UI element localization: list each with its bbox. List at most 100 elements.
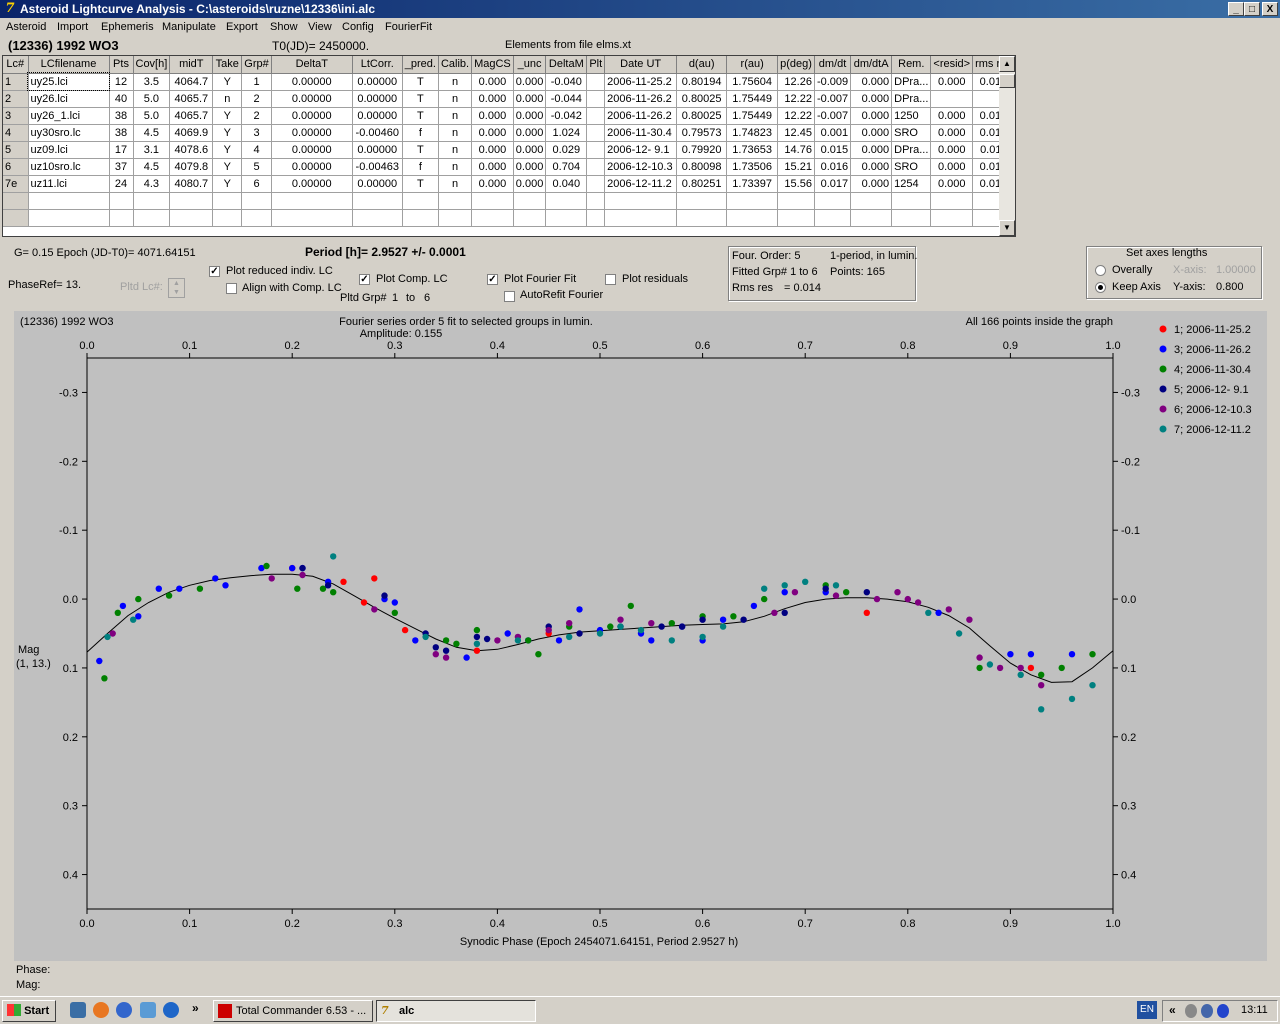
- column-header[interactable]: p(deg): [777, 56, 815, 74]
- start-button[interactable]: Start: [2, 1000, 56, 1022]
- empty-table-cell[interactable]: [726, 209, 779, 227]
- data-point[interactable]: [832, 592, 840, 599]
- empty-table-row[interactable]: [3, 192, 1015, 210]
- empty-table-cell[interactable]: [777, 209, 815, 227]
- empty-table-cell[interactable]: [586, 192, 606, 210]
- menu-ephemeris[interactable]: Ephemeris: [101, 21, 154, 33]
- data-point[interactable]: [904, 595, 911, 603]
- table-cell[interactable]: 4.3: [133, 175, 171, 193]
- close-button[interactable]: X: [1262, 2, 1278, 16]
- table-row[interactable]: 3 uy26_1.lci 38 5.0 4065.7 Y 2 0.00000 0.00000 Tn…: [3, 107, 1015, 125]
- table-cell[interactable]: 0.000: [850, 124, 893, 142]
- data-point[interactable]: [699, 616, 706, 623]
- table-cell[interactable]: 0.80025: [676, 90, 728, 108]
- table-cell[interactable]: T: [402, 107, 439, 125]
- table-cell[interactable]: 12.22: [777, 90, 815, 108]
- table-cell[interactable]: SRO: [891, 158, 932, 176]
- data-point[interactable]: [432, 644, 439, 651]
- column-header[interactable]: Lc#: [3, 56, 29, 74]
- data-point[interactable]: [976, 654, 983, 661]
- column-header[interactable]: r(au): [726, 56, 779, 74]
- y-axis-value[interactable]: 0.800: [1216, 281, 1244, 293]
- quicklaunch-icon-4[interactable]: [140, 1002, 156, 1018]
- empty-table-cell[interactable]: [3, 209, 29, 227]
- data-point[interactable]: [294, 585, 301, 592]
- table-cell[interactable]: 1.73397: [726, 175, 779, 193]
- table-cell[interactable]: 0.000: [513, 141, 547, 159]
- table-cell[interactable]: 0.80025: [676, 107, 728, 125]
- empty-table-cell[interactable]: [676, 209, 728, 227]
- table-cell[interactable]: 17: [109, 141, 134, 159]
- empty-table-cell[interactable]: [930, 209, 974, 227]
- row-number-cell[interactable]: 7e: [3, 175, 29, 193]
- table-cell[interactable]: 1250: [891, 107, 932, 125]
- empty-table-cell[interactable]: [471, 209, 514, 227]
- data-point[interactable]: [976, 664, 983, 672]
- data-point[interactable]: [678, 623, 686, 630]
- table-row[interactable]: 2 uy26.lci 40 5.0 4065.7 n 2 0.00000 0.00000 Tn 0.…: [3, 90, 1015, 108]
- empty-table-cell[interactable]: [438, 192, 473, 210]
- empty-table-cell[interactable]: [930, 192, 974, 210]
- data-point[interactable]: [617, 616, 624, 623]
- table-cell[interactable]: 0.000: [930, 124, 974, 142]
- column-header[interactable]: LtCorr.: [352, 56, 403, 74]
- table-cell[interactable]: 2006-12- 9.1: [604, 141, 678, 159]
- data-point[interactable]: [330, 553, 337, 560]
- data-point[interactable]: [761, 595, 768, 603]
- table-cell[interactable]: [586, 90, 606, 108]
- table-cell[interactable]: uy26.lci: [28, 90, 110, 108]
- data-point[interactable]: [781, 609, 788, 616]
- table-cell[interactable]: n: [212, 90, 243, 108]
- data-point[interactable]: [545, 626, 552, 634]
- data-point[interactable]: [212, 575, 219, 582]
- column-header[interactable]: Cov[h]: [133, 56, 171, 74]
- data-point[interactable]: [996, 664, 1004, 672]
- scroll-down-button[interactable]: ▼: [999, 220, 1015, 236]
- table-cell[interactable]: T: [402, 90, 439, 108]
- data-point[interactable]: [1068, 651, 1076, 658]
- data-point[interactable]: [730, 613, 737, 620]
- speaker-icon[interactable]: [1185, 1004, 1197, 1018]
- table-cell[interactable]: 0.000: [850, 141, 893, 159]
- data-point[interactable]: [986, 661, 994, 668]
- table-cell[interactable]: 3.1: [133, 141, 171, 159]
- data-point[interactable]: [514, 637, 522, 644]
- table-cell[interactable]: DPra...: [891, 141, 932, 159]
- data-point[interactable]: [566, 620, 573, 627]
- data-point[interactable]: [627, 602, 634, 610]
- table-cell[interactable]: 2006-12-11.2: [604, 175, 678, 193]
- column-header[interactable]: DeltaT: [271, 56, 353, 74]
- table-cell[interactable]: 2006-12-10.3: [604, 158, 678, 176]
- table-cell[interactable]: uy25.lci: [27, 72, 110, 91]
- table-cell[interactable]: 0.704: [545, 158, 588, 176]
- data-point[interactable]: [945, 606, 952, 613]
- row-number-cell[interactable]: 5: [3, 141, 29, 159]
- table-cell[interactable]: 0.00000: [271, 90, 353, 108]
- table-cell[interactable]: 0.000: [850, 158, 893, 176]
- column-header[interactable]: Pts: [109, 56, 134, 74]
- data-point[interactable]: [935, 609, 942, 616]
- language-indicator[interactable]: EN: [1137, 1001, 1157, 1019]
- table-cell[interactable]: 0.00000: [352, 73, 403, 91]
- table-cell[interactable]: 5.0: [133, 107, 171, 125]
- data-point[interactable]: [176, 585, 183, 592]
- table-cell[interactable]: 1254: [891, 175, 932, 193]
- table-cell[interactable]: 0.040: [545, 175, 588, 193]
- table-cell[interactable]: 0.000: [471, 107, 514, 125]
- table-cell[interactable]: 6: [241, 175, 272, 193]
- empty-table-cell[interactable]: [352, 209, 403, 227]
- data-point[interactable]: [740, 616, 747, 623]
- data-point[interactable]: [955, 630, 963, 637]
- table-cell[interactable]: 0.00000: [352, 175, 403, 193]
- table-scrollbar[interactable]: ▲ ▼: [999, 56, 1015, 236]
- data-point[interactable]: [299, 571, 306, 579]
- table-cell[interactable]: 0.000: [850, 90, 893, 108]
- table-cell[interactable]: 0.000: [471, 90, 514, 108]
- table-cell[interactable]: 0.016: [814, 158, 852, 176]
- table-cell[interactable]: 0.80194: [676, 73, 728, 91]
- table-cell[interactable]: [586, 124, 606, 142]
- table-cell[interactable]: Y: [212, 158, 243, 176]
- table-cell[interactable]: 0.000: [930, 175, 974, 193]
- table-cell[interactable]: [586, 73, 606, 91]
- empty-table-cell[interactable]: [604, 209, 678, 227]
